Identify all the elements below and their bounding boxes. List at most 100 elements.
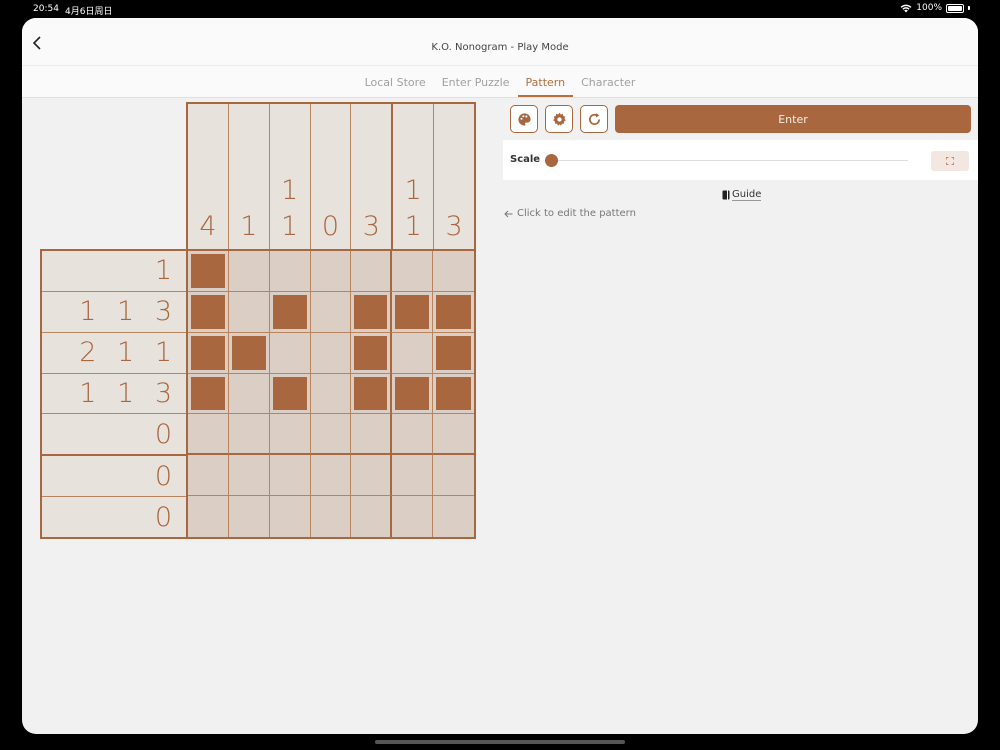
- enter-button[interactable]: Enter: [615, 105, 971, 133]
- grid-cell[interactable]: [269, 291, 311, 333]
- grid-cell[interactable]: [269, 414, 311, 456]
- column-clue: 3: [434, 104, 474, 249]
- column-clue: 11: [393, 104, 435, 249]
- column-clue-number: 1: [404, 175, 422, 206]
- grid-cell[interactable]: [433, 292, 474, 333]
- row-clues: 11 1 32 1 11 1 3000: [40, 249, 188, 539]
- tab-pattern[interactable]: Pattern: [517, 66, 574, 98]
- grid-cell[interactable]: [269, 332, 311, 374]
- grid-cell[interactable]: [310, 414, 352, 456]
- grid-cell[interactable]: [392, 291, 434, 333]
- column-clue: 11: [270, 104, 311, 249]
- grid-cell[interactable]: [228, 291, 270, 333]
- grid-cell[interactable]: [270, 496, 311, 537]
- refresh-icon: [588, 112, 600, 125]
- grid-cell[interactable]: [351, 251, 393, 292]
- grid-cell[interactable]: [433, 333, 474, 374]
- grid-cell[interactable]: [351, 496, 393, 537]
- tab-bar: Local Store Enter Puzzle Pattern Charact…: [22, 66, 978, 98]
- grid-cell[interactable]: [188, 251, 229, 292]
- scale-row: Scale: [503, 140, 978, 180]
- grid-cell[interactable]: [433, 414, 474, 456]
- grid-cell[interactable]: [269, 251, 311, 292]
- scale-slider-track[interactable]: [551, 160, 908, 161]
- fit-button[interactable]: [931, 151, 969, 171]
- column-clue: 4: [188, 104, 229, 249]
- grid-cell[interactable]: [228, 455, 270, 497]
- grid-cell[interactable]: [228, 373, 270, 415]
- status-time: 20:54: [33, 4, 59, 14]
- grid-cell[interactable]: [188, 455, 229, 497]
- column-clue-number: 1: [281, 211, 299, 242]
- guide-link[interactable]: Guide: [722, 189, 762, 201]
- column-clue: 3: [351, 104, 394, 249]
- grid-cell[interactable]: [269, 455, 311, 497]
- grid-cell[interactable]: [188, 414, 229, 456]
- grid-cell[interactable]: [351, 455, 393, 497]
- battery-percent: 100%: [916, 3, 942, 13]
- grid-cell[interactable]: [351, 373, 393, 415]
- column-clue-number: 4: [199, 211, 217, 242]
- tab-character[interactable]: Character: [573, 66, 643, 98]
- expand-icon: [946, 157, 954, 165]
- reset-button[interactable]: [580, 105, 608, 133]
- battery-tip: [968, 6, 970, 10]
- grid-cell[interactable]: [310, 373, 352, 415]
- row-clue: 1 1 3: [42, 374, 186, 415]
- book-icon: [722, 190, 730, 200]
- palette-button[interactable]: [510, 105, 538, 133]
- grid-cell[interactable]: [351, 414, 393, 456]
- grid-cell[interactable]: [269, 373, 311, 415]
- puzzle-grid: [186, 249, 476, 539]
- grid-cell[interactable]: [392, 414, 434, 456]
- grid-cell[interactable]: [229, 496, 270, 537]
- wifi-icon: [900, 4, 912, 12]
- row-clue: 1: [42, 251, 186, 292]
- tab-enter-puzzle[interactable]: Enter Puzzle: [434, 66, 518, 98]
- grid-cell[interactable]: [188, 291, 229, 333]
- grid-cell[interactable]: [392, 455, 434, 497]
- app-window: K.O. Nonogram - Play Mode Local Store En…: [22, 18, 978, 734]
- grid-cell[interactable]: [228, 414, 270, 456]
- row-clue: 0: [42, 414, 186, 457]
- column-clue: 0: [311, 104, 352, 249]
- column-clues: 411103113: [186, 102, 476, 249]
- column-clue: 1: [229, 104, 270, 249]
- grid-cell[interactable]: [433, 496, 474, 537]
- grid-cell[interactable]: [188, 332, 229, 374]
- toolbar: Enter: [510, 105, 972, 137]
- grid-cell[interactable]: [433, 374, 474, 415]
- column-clue-number: 1: [281, 175, 299, 206]
- grid-cell[interactable]: [311, 496, 352, 537]
- grid-cell[interactable]: [228, 251, 270, 292]
- row-clue: 0: [42, 456, 186, 498]
- scale-slider-thumb[interactable]: [545, 154, 558, 167]
- status-date: 4月6日周日: [65, 7, 113, 17]
- grid-cell[interactable]: [351, 291, 393, 333]
- tab-local-store[interactable]: Local Store: [357, 66, 434, 98]
- grid-cell[interactable]: [433, 455, 474, 497]
- column-clue-number: 0: [321, 211, 340, 242]
- row-clue: 2 1 1: [42, 333, 186, 374]
- row-clue: 1 1 3: [42, 292, 186, 333]
- settings-button[interactable]: [545, 105, 573, 133]
- guide-label: Guide: [732, 189, 762, 201]
- column-clue-number: 3: [362, 211, 380, 242]
- grid-cell[interactable]: [310, 455, 352, 497]
- grid-cell[interactable]: [433, 251, 474, 292]
- grid-cell[interactable]: [188, 373, 229, 415]
- grid-cell[interactable]: [188, 496, 229, 537]
- grid-cell[interactable]: [310, 332, 352, 374]
- grid-cell[interactable]: [310, 291, 352, 333]
- grid-cell[interactable]: [392, 373, 434, 415]
- grid-cell[interactable]: [228, 332, 270, 374]
- grid-cell[interactable]: [392, 251, 434, 292]
- battery-icon: [946, 3, 964, 13]
- grid-cell[interactable]: [392, 332, 434, 374]
- grid-cell[interactable]: [351, 332, 393, 374]
- column-clue-number: 1: [404, 211, 422, 242]
- scale-label: Scale: [510, 154, 541, 165]
- grid-cell[interactable]: [310, 251, 352, 292]
- column-clue-number: 1: [240, 211, 258, 242]
- grid-cell[interactable]: [392, 496, 434, 537]
